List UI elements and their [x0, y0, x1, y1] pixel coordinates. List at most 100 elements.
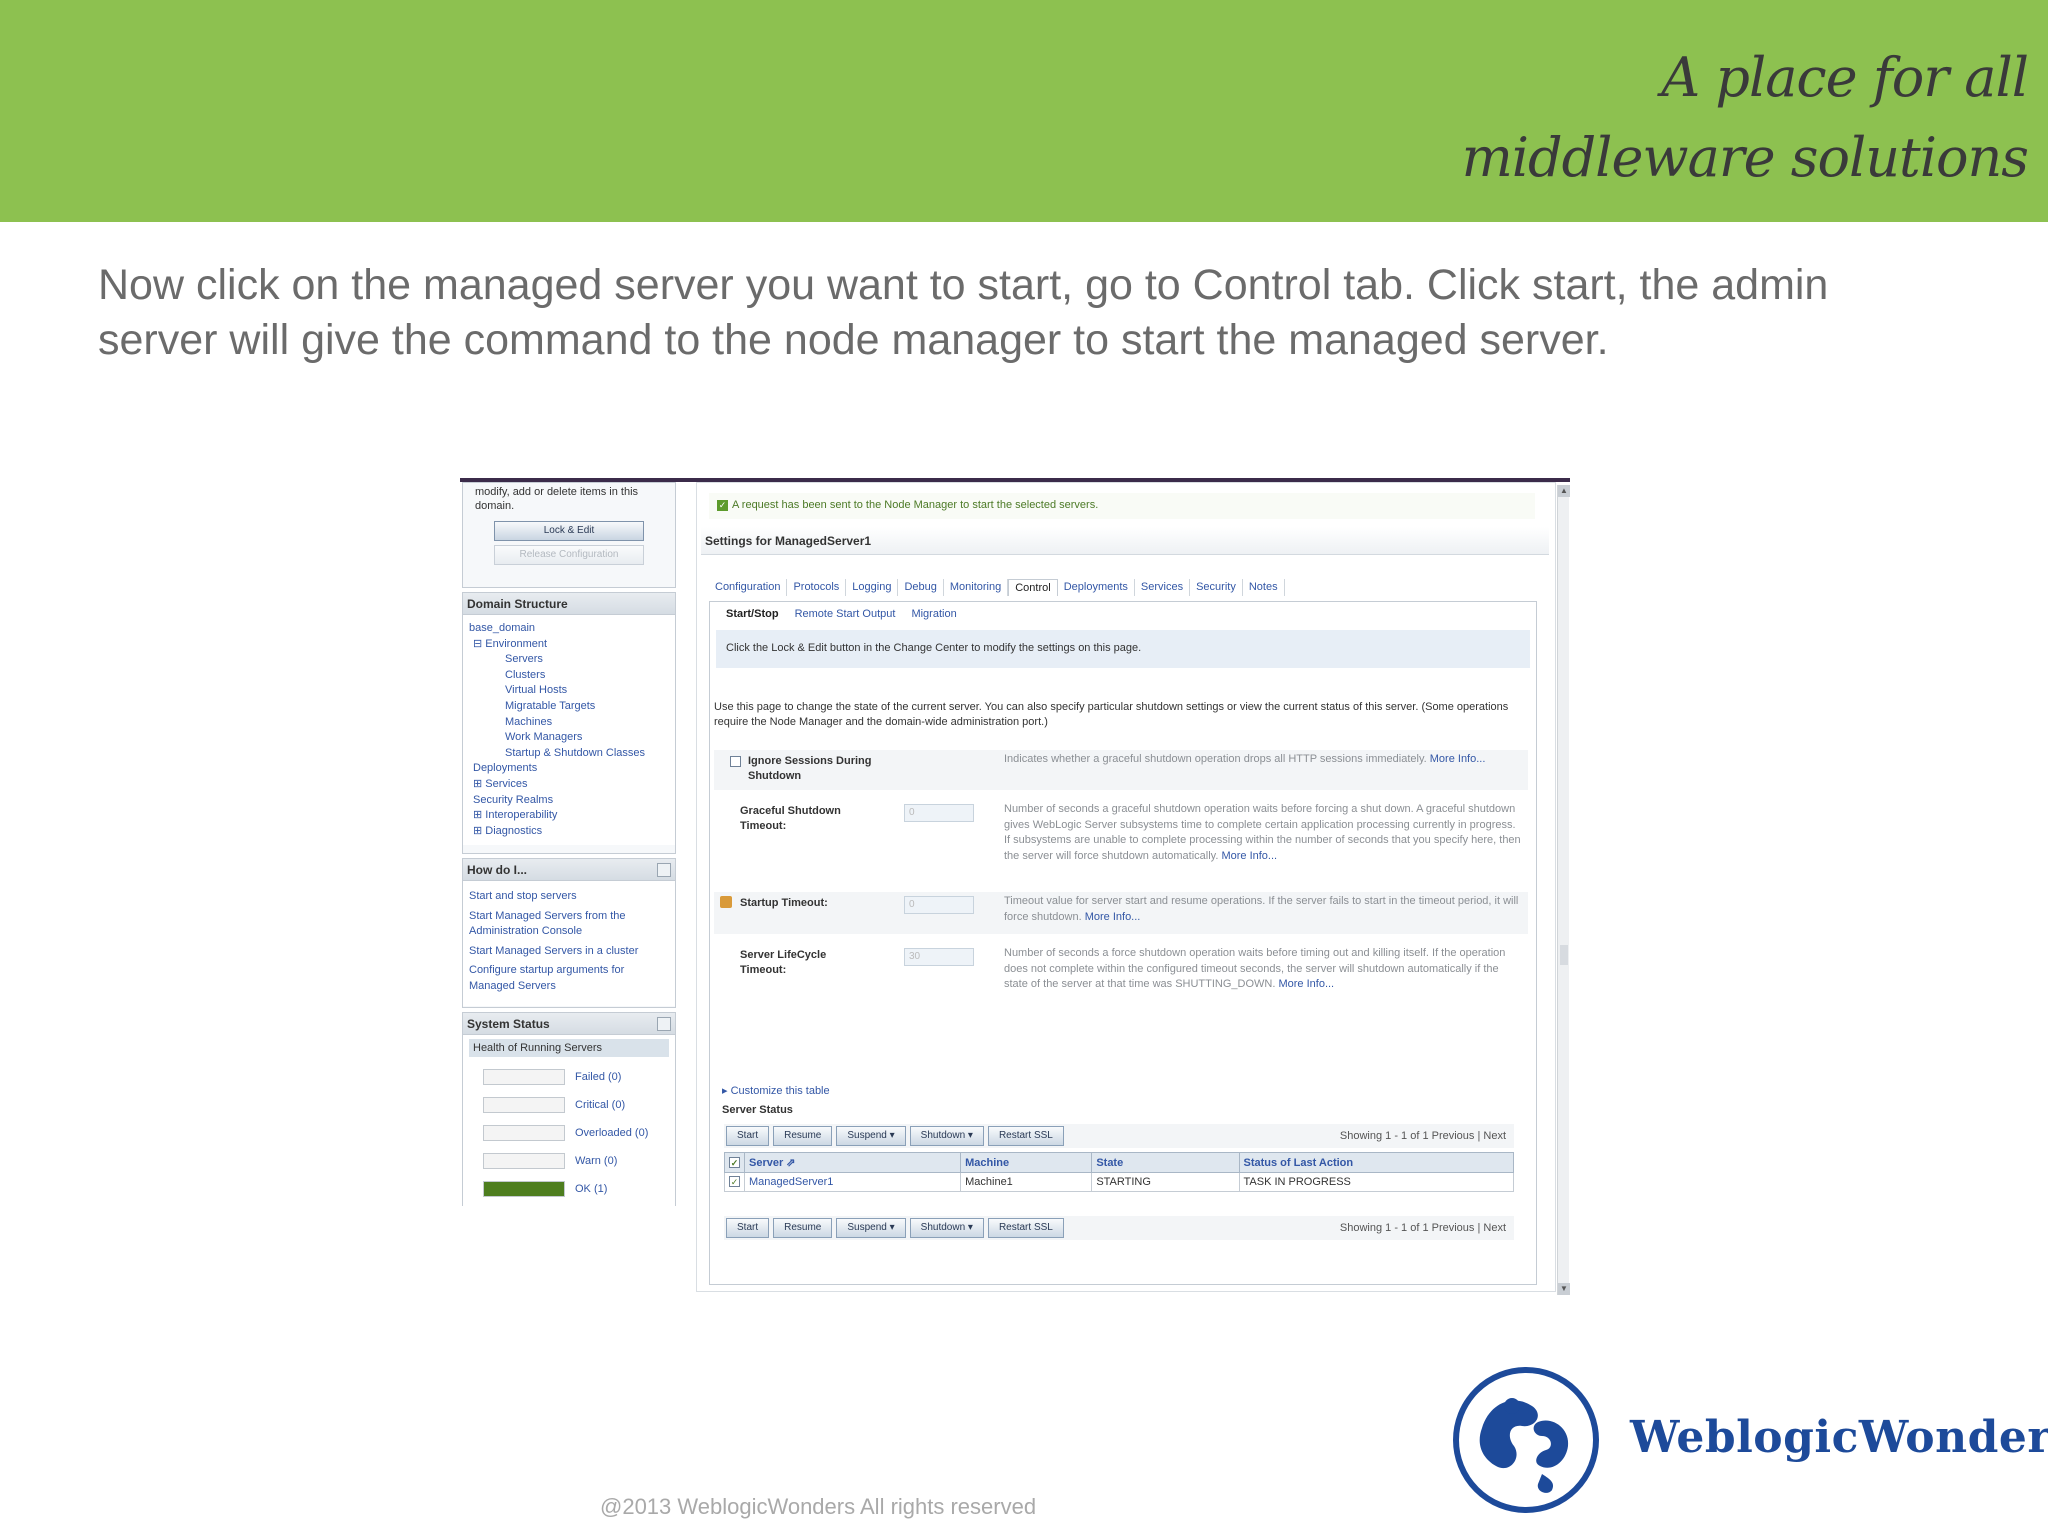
tree-item[interactable]: ⊞ Diagnostics	[469, 824, 669, 840]
tree-item[interactable]: base_domain	[469, 621, 669, 637]
tab-control[interactable]: Control	[1008, 579, 1058, 596]
field-label: Ignore Sessions During Shutdown	[748, 755, 872, 782]
lifecycle-timeout-input[interactable]: 30	[904, 948, 974, 966]
toolbar-buttons: Start Resume Suspend ▾ Shutdown ▾ Restart SS…	[724, 1125, 1066, 1146]
more-info-link[interactable]: More Info...	[1278, 978, 1334, 990]
health-label[interactable]: OK (1)	[575, 1183, 607, 1195]
subtab-bar: Start/Stop Remote Start Output Migration	[718, 606, 965, 622]
tree-item[interactable]: Machines	[469, 715, 669, 731]
tab-notes[interactable]: Notes	[1243, 579, 1285, 596]
instruction-text: Now click on the managed server you want…	[98, 261, 1829, 364]
scroll-up-icon[interactable]: ▲	[1558, 485, 1570, 497]
subtab[interactable]: Start/Stop	[718, 606, 787, 622]
health-label[interactable]: Warn (0)	[575, 1155, 617, 1167]
health-panel: Health of Running Servers Failed (0) Crit…	[463, 1035, 675, 1207]
tree-item[interactable]: Migratable Targets	[469, 699, 669, 715]
health-row: OK (1)	[469, 1175, 669, 1203]
tab-logging[interactable]: Logging	[846, 579, 899, 596]
health-row: Overloaded (0)	[469, 1119, 669, 1147]
tab-deployments[interactable]: Deployments	[1058, 579, 1135, 596]
tree-item[interactable]: ⊞ Services	[469, 777, 669, 793]
subtab[interactable]: Remote Start Output	[787, 606, 904, 622]
how-do-i-link[interactable]: Start and stop servers	[469, 889, 669, 905]
tree-item[interactable]: ⊞ Interoperability	[469, 808, 669, 824]
health-row: Warn (0)	[469, 1147, 669, 1175]
column-state[interactable]: State	[1091, 1152, 1240, 1173]
change-center: modify, add or delete items in this doma…	[462, 482, 676, 588]
console-screenshot: modify, add or delete items in this doma…	[460, 478, 1570, 1308]
suspend-button[interactable]: Suspend ▾	[836, 1218, 906, 1238]
tree-item[interactable]: Deployments	[469, 761, 669, 777]
select-all-header[interactable]: ✓	[724, 1152, 745, 1173]
tab-debug[interactable]: Debug	[898, 579, 944, 596]
tab-bar: Configuration Protocols Logging Debug Monito…	[709, 579, 1285, 596]
paging-text[interactable]: Showing 1 - 1 of 1 Previous | Next	[1340, 1222, 1506, 1234]
restart-button[interactable]: Restart SSL	[987, 1126, 1064, 1146]
how-do-i-list: Start and stop servers Start Managed Serv…	[463, 881, 675, 1006]
resume-button[interactable]: Resume	[773, 1218, 833, 1238]
header-band: A place for all middleware solutions	[0, 0, 2048, 222]
field-lifecycle-timeout: Server LifeCycle Timeout: 30 Number of s…	[714, 944, 1528, 1014]
customize-table-link[interactable]: ▸ Customize this table	[722, 1084, 830, 1097]
tree-item[interactable]: Clusters	[469, 668, 669, 684]
tab-protocols[interactable]: Protocols	[787, 579, 847, 596]
health-bar	[483, 1069, 565, 1085]
tree-item[interactable]: Work Managers	[469, 730, 669, 746]
more-info-link[interactable]: More Info...	[1430, 753, 1486, 765]
restart-button[interactable]: Restart SSL	[987, 1218, 1064, 1238]
row-select[interactable]: ✓	[724, 1172, 745, 1192]
scroll-thumb[interactable]	[1560, 945, 1568, 965]
page-description: Use this page to change the state of the…	[714, 701, 1509, 728]
scroll-down-icon[interactable]: ▼	[1558, 1283, 1570, 1295]
vertical-scrollbar[interactable]: ▲ ▼	[1557, 485, 1570, 1295]
lock-edit-button[interactable]: Lock & Edit	[494, 521, 644, 541]
start-button[interactable]: Start	[726, 1218, 770, 1238]
cell-server[interactable]: ManagedServer1	[743, 1172, 962, 1192]
shutdown-button[interactable]: Shutdown ▾	[909, 1126, 984, 1146]
field-help: Timeout value for server start and resum…	[1004, 895, 1519, 923]
health-label[interactable]: Overloaded (0)	[575, 1127, 648, 1139]
cell-state: STARTING	[1091, 1172, 1240, 1192]
how-do-i-link[interactable]: Configure startup arguments for Managed …	[469, 963, 669, 994]
more-info-link[interactable]: More Info...	[1085, 911, 1141, 923]
column-last-action[interactable]: Status of Last Action	[1238, 1152, 1514, 1173]
health-title: Health of Running Servers	[469, 1039, 669, 1057]
change-center-text: modify, add or delete items in this doma…	[475, 486, 639, 512]
tree-item[interactable]: Servers	[469, 652, 669, 668]
tab-services[interactable]: Services	[1135, 579, 1191, 596]
select-all-checkbox[interactable]: ✓	[729, 1156, 740, 1168]
column-server[interactable]: Server ⇗	[743, 1152, 962, 1173]
suspend-button[interactable]: Suspend ▾	[836, 1126, 906, 1146]
graceful-timeout-input[interactable]: 0	[904, 804, 974, 822]
tree-item[interactable]: Virtual Hosts	[469, 683, 669, 699]
how-do-i-link[interactable]: Start Managed Servers from the Administr…	[469, 909, 669, 940]
shutdown-button[interactable]: Shutdown ▾	[909, 1218, 984, 1238]
release-configuration-button[interactable]: Release Configuration	[494, 545, 644, 565]
tab-security[interactable]: Security	[1190, 579, 1243, 596]
subtab[interactable]: Migration	[903, 606, 964, 622]
tree-item[interactable]: Security Realms	[469, 793, 669, 809]
tree-item[interactable]: Startup & Shutdown Classes	[469, 746, 669, 762]
tab-monitoring[interactable]: Monitoring	[944, 579, 1009, 596]
table-row: ✓ ManagedServer1 Machine1 STARTING TASK …	[724, 1172, 1514, 1192]
start-button[interactable]: Start	[726, 1126, 770, 1146]
paging-text[interactable]: Showing 1 - 1 of 1 Previous | Next	[1340, 1130, 1506, 1142]
resume-button[interactable]: Resume	[773, 1126, 833, 1146]
more-info-link[interactable]: More Info...	[1221, 850, 1277, 862]
tab-configuration[interactable]: Configuration	[709, 579, 788, 596]
startup-timeout-input[interactable]: 0	[904, 896, 974, 914]
help-icon[interactable]	[657, 863, 671, 877]
slide: A place for all middleware solutions Now…	[0, 0, 2048, 1536]
ignore-sessions-checkbox[interactable]	[730, 756, 741, 767]
health-label[interactable]: Failed (0)	[575, 1071, 621, 1083]
field-label: Server LifeCycle Timeout:	[740, 949, 827, 976]
how-do-i-title: How do I...	[467, 863, 527, 877]
row-checkbox[interactable]: ✓	[729, 1176, 740, 1187]
tree-item[interactable]: ⊟ Environment	[469, 637, 669, 653]
health-bar-fill	[484, 1182, 564, 1196]
health-label[interactable]: Critical (0)	[575, 1099, 625, 1111]
health-bar	[483, 1153, 565, 1169]
help-icon[interactable]	[657, 1017, 671, 1031]
column-machine[interactable]: Machine	[960, 1152, 1093, 1173]
how-do-i-link[interactable]: Start Managed Servers in a cluster	[469, 944, 669, 960]
